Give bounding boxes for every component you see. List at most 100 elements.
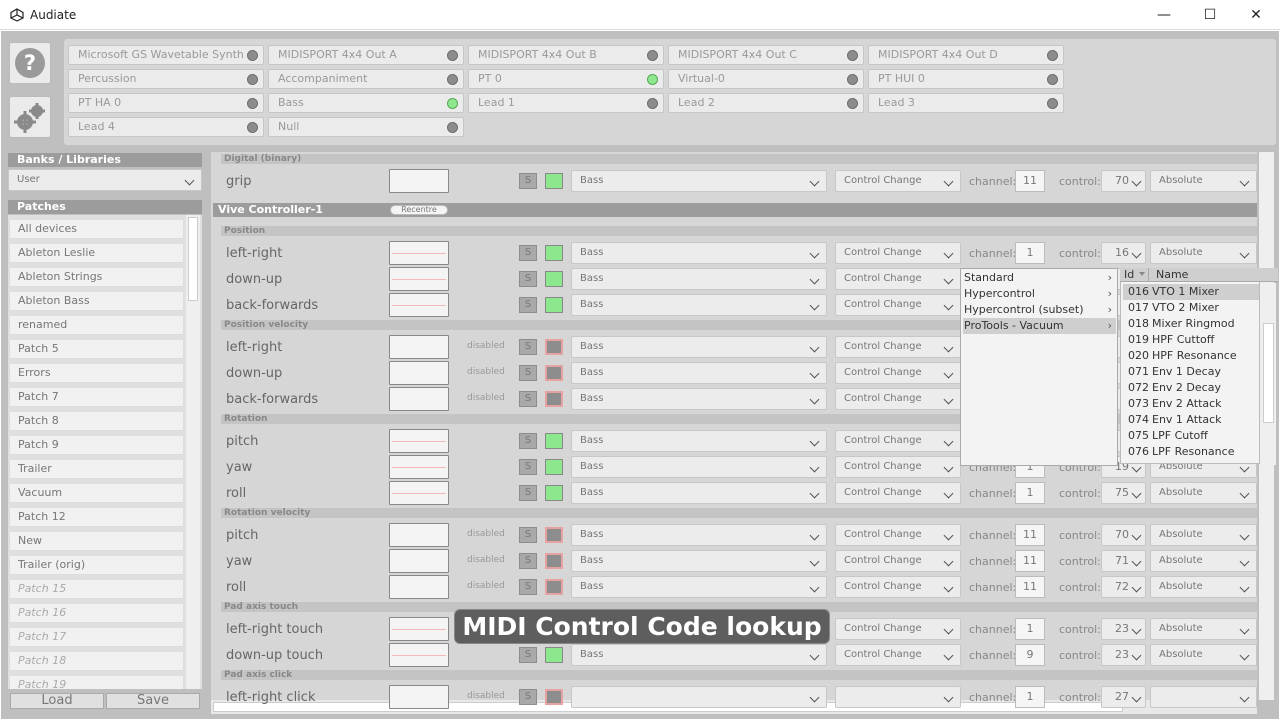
mode-dropdown[interactable]: Absolute (1150, 170, 1257, 192)
lookup-row[interactable]: 072 Env 2 Decay (1123, 380, 1259, 396)
device-dropdown[interactable]: Bass (571, 170, 827, 192)
enable-toggle[interactable] (545, 433, 563, 449)
enable-toggle[interactable] (545, 173, 563, 189)
lookup-row[interactable]: 073 Env 2 Attack (1123, 396, 1259, 412)
channel-input[interactable]: 1 (1015, 242, 1045, 264)
lookup-menu-item[interactable]: ProTools - Vacuum › (963, 318, 1116, 334)
solo-button[interactable]: S (519, 173, 537, 189)
enable-toggle[interactable] (545, 527, 563, 543)
mode-dropdown[interactable]: Absolute (1150, 644, 1257, 666)
message-type-dropdown[interactable]: Control Change (835, 362, 961, 384)
maximize-button[interactable]: ☐ (1187, 0, 1233, 30)
channel-input[interactable]: 11 (1015, 550, 1045, 572)
control-number-dropdown[interactable]: 27 (1101, 686, 1146, 708)
message-type-dropdown[interactable]: Control Change (835, 524, 961, 546)
lookup-row[interactable]: 074 Env 1 Attack (1123, 412, 1259, 428)
enable-toggle[interactable] (545, 485, 563, 501)
device-dropdown[interactable]: Bass (571, 644, 827, 666)
channel-input[interactable]: 11 (1015, 170, 1045, 192)
device-dropdown[interactable]: Bass (571, 336, 827, 358)
device-button[interactable]: MIDISPORT 4x4 Out C (668, 45, 864, 65)
load-button[interactable]: Load (10, 693, 104, 709)
device-button[interactable]: Microsoft GS Wavetable Synth (68, 45, 264, 65)
solo-button[interactable]: S (519, 689, 537, 705)
device-dropdown[interactable]: Bass (571, 524, 827, 546)
device-dropdown[interactable]: Bass (571, 550, 827, 572)
enable-toggle[interactable] (545, 689, 563, 705)
channel-input[interactable]: 1 (1015, 482, 1045, 504)
lookup-scrollbar[interactable] (1261, 283, 1276, 465)
solo-button[interactable]: S (519, 433, 537, 449)
lookup-row[interactable]: 019 HPF Cuttoff (1123, 332, 1259, 348)
solo-button[interactable]: S (519, 245, 537, 261)
mode-dropdown[interactable]: Absolute (1150, 618, 1257, 640)
recentre-button[interactable]: Recentre (390, 205, 448, 215)
channel-input[interactable]: 11 (1015, 576, 1045, 598)
patch-item[interactable]: Trailer (9, 459, 184, 479)
device-button[interactable]: Accompaniment (268, 69, 464, 89)
device-button[interactable]: MIDISPORT 4x4 Out D (868, 45, 1064, 65)
device-dropdown[interactable]: Bass (571, 482, 827, 504)
enable-toggle[interactable] (545, 553, 563, 569)
device-dropdown[interactable]: Bass (571, 242, 827, 264)
enable-toggle[interactable] (545, 579, 563, 595)
lookup-scroll-thumb[interactable] (1263, 323, 1274, 423)
device-dropdown[interactable] (571, 686, 827, 708)
enable-toggle[interactable] (545, 647, 563, 663)
patch-item[interactable]: Ableton Strings (9, 267, 184, 287)
control-number-dropdown[interactable]: 72 (1101, 576, 1146, 598)
lookup-row[interactable]: 020 HPF Resonance (1123, 348, 1259, 364)
save-button[interactable]: Save (106, 693, 200, 709)
enable-toggle[interactable] (545, 297, 563, 313)
device-button[interactable]: Bass (268, 93, 464, 113)
control-number-dropdown[interactable]: 75 (1101, 482, 1146, 504)
device-dropdown[interactable]: Bass (571, 430, 827, 452)
message-type-dropdown[interactable]: Control Change (835, 242, 961, 264)
help-button[interactable]: ? (9, 42, 51, 84)
mode-dropdown[interactable]: Absolute (1150, 242, 1257, 264)
message-type-dropdown[interactable]: Control Change (835, 550, 961, 572)
device-button[interactable]: MIDISPORT 4x4 Out B (468, 45, 664, 65)
lookup-menu-item[interactable]: Hypercontrol (subset) › (963, 302, 1116, 318)
solo-button[interactable]: S (519, 391, 537, 407)
control-number-dropdown[interactable]: 23 (1101, 618, 1146, 640)
message-type-dropdown[interactable]: Control Change (835, 482, 961, 504)
patch-item[interactable]: All devices (9, 219, 184, 239)
lookup-menu-item[interactable]: Hypercontrol › (963, 286, 1116, 302)
message-type-dropdown[interactable]: Control Change (835, 294, 961, 316)
message-type-dropdown[interactable] (835, 686, 961, 708)
device-button[interactable]: Virtual-0 (668, 69, 864, 89)
patch-item[interactable]: Patch 5 (9, 339, 184, 359)
patch-item[interactable]: Patch 18 (9, 651, 184, 671)
patch-item[interactable]: Patch 16 (9, 603, 184, 623)
enable-toggle[interactable] (545, 271, 563, 287)
device-button[interactable]: Lead 3 (868, 93, 1064, 113)
device-button[interactable]: Lead 4 (68, 117, 264, 137)
lookup-row[interactable]: 075 LPF Cutoff (1123, 428, 1259, 444)
lookup-row[interactable]: 071 Env 1 Decay (1123, 364, 1259, 380)
device-button[interactable]: Percussion (68, 69, 264, 89)
patch-item[interactable]: Patch 8 (9, 411, 184, 431)
device-dropdown[interactable]: Bass (571, 294, 827, 316)
solo-button[interactable]: S (519, 647, 537, 663)
lookup-menu-item[interactable]: Standard › (963, 270, 1116, 286)
patches-scroll-thumb[interactable] (188, 217, 198, 301)
device-dropdown[interactable]: Bass (571, 576, 827, 598)
solo-button[interactable]: S (519, 271, 537, 287)
control-number-dropdown[interactable]: 70 (1101, 524, 1146, 546)
mode-dropdown[interactable]: Absolute (1150, 576, 1257, 598)
patches-scrollbar[interactable] (186, 215, 200, 689)
device-dropdown[interactable]: Bass (571, 456, 827, 478)
close-button[interactable]: ✕ (1233, 0, 1279, 30)
solo-button[interactable]: S (519, 365, 537, 381)
patch-item[interactable]: Patch 15 (9, 579, 184, 599)
device-dropdown[interactable]: Bass (571, 268, 827, 290)
mode-dropdown[interactable]: Absolute (1150, 550, 1257, 572)
device-button[interactable]: Null (268, 117, 464, 137)
message-type-dropdown[interactable]: Control Change (835, 644, 961, 666)
lookup-row[interactable]: 076 LPF Resonance (1123, 444, 1259, 460)
control-number-dropdown[interactable]: 23 (1101, 644, 1146, 666)
message-type-dropdown[interactable]: Control Change (835, 170, 961, 192)
device-button[interactable]: Lead 2 (668, 93, 864, 113)
lookup-col-id[interactable]: Id (1124, 268, 1134, 281)
